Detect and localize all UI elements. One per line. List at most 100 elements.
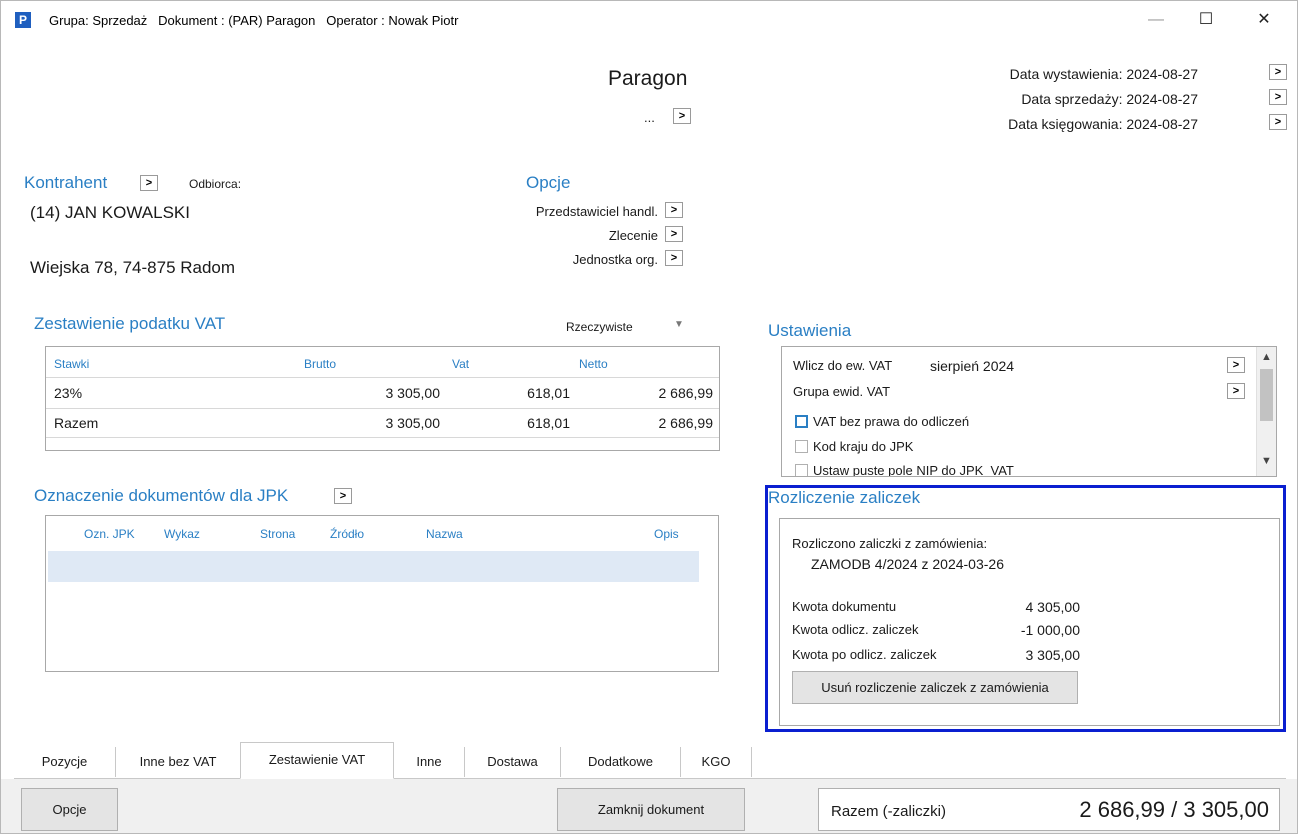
advance-deduction-label: Kwota odlicz. zaliczek: [792, 622, 919, 637]
close-document-button[interactable]: Zamknij dokument: [557, 788, 745, 831]
vat-register-label: Wlicz do ew. VAT: [793, 358, 893, 373]
order-label: Zlecenie: [608, 228, 658, 243]
vat-mode-select[interactable]: Rzeczywiste: [566, 320, 633, 334]
issue-date-arrow-button[interactable]: >: [1269, 64, 1287, 80]
jpk-col-side[interactable]: Strona: [260, 527, 295, 541]
jpk-country-code-checkbox[interactable]: [795, 440, 808, 453]
vat-col-rate[interactable]: Stawki: [54, 357, 89, 371]
tab-other[interactable]: Inne: [394, 747, 465, 777]
vat-row-rate: 23%: [54, 385, 83, 401]
sale-date[interactable]: Data sprzedaży: 2024-08-27: [938, 91, 1198, 107]
contractor-address: Wiejska 78, 74-875 Radom: [30, 258, 236, 277]
after-deduction-label: Kwota po odlicz. zaliczek: [792, 647, 937, 662]
scroll-up-icon[interactable]: ▲: [1257, 351, 1276, 363]
total-label: Razem (-zaliczki): [831, 803, 947, 820]
advances-settled-label: Rozliczono zaliczki z zamówienia:: [792, 536, 988, 551]
advances-title: Rozliczenie zaliczek: [768, 488, 921, 507]
vat-total-rate: Razem: [54, 415, 99, 431]
sale-date-value: 2024-08-27: [1126, 91, 1198, 107]
vat-table: Stawki Brutto Vat Netto 23% 3 305,00 618…: [45, 346, 720, 451]
sale-date-arrow-button[interactable]: >: [1269, 89, 1287, 105]
jpk-col-name[interactable]: Nazwa: [426, 527, 463, 541]
vat-register-arrow-button[interactable]: >: [1227, 357, 1245, 373]
document-number-arrow-button[interactable]: >: [673, 108, 691, 124]
maximize-button[interactable]: ☐: [1183, 7, 1229, 33]
tab-kgo[interactable]: KGO: [681, 747, 752, 777]
vat-total-vat: 618,01: [527, 415, 570, 431]
vat-row-gross: 3 305,00: [385, 385, 441, 401]
vat-group-label: Grupa ewid. VAT: [793, 384, 891, 399]
window-title: Grupa: Sprzedaż Dokument : (PAR) Paragon…: [49, 13, 459, 28]
vat-summary-title: Zestawienie podatku VAT: [34, 314, 226, 333]
document-type-title: Paragon: [608, 67, 688, 90]
doc-amount-label: Kwota dokumentu: [792, 599, 897, 614]
scroll-down-icon[interactable]: ▼: [1257, 455, 1276, 467]
sales-rep-arrow-button[interactable]: >: [665, 202, 683, 218]
org-unit-label: Jednostka org.: [572, 252, 658, 267]
vat-bottom-divider: [46, 437, 719, 438]
remove-advance-settlement-button[interactable]: Usuń rozliczenie zaliczek z zamówienia: [792, 671, 1078, 704]
advances-order-ref: ZAMODB 4/2024 z 2024-03-26: [811, 556, 1004, 572]
posting-date[interactable]: Data księgowania: 2024-08-27: [938, 116, 1198, 132]
vat-col-net[interactable]: Netto: [579, 357, 608, 371]
after-deduction-value: 3 305,00: [1025, 647, 1081, 663]
total-box: Razem (-zaliczki) 2 686,99 / 3 305,00: [818, 788, 1280, 831]
close-button[interactable]: ✕: [1241, 7, 1287, 33]
issue-date-value: 2024-08-27: [1126, 66, 1198, 82]
vat-row-net: 2 686,99: [658, 385, 714, 401]
vat-no-deduction-checkbox[interactable]: [795, 415, 808, 428]
contractor-arrow-button[interactable]: >: [140, 175, 158, 191]
posting-date-label: Data księgowania:: [1008, 116, 1123, 132]
tab-non-vat[interactable]: Inne bez VAT: [116, 747, 241, 777]
vat-register-value: sierpień 2024: [930, 358, 1015, 374]
chevron-down-icon[interactable]: ▼: [674, 319, 684, 330]
jpk-table: Ozn. JPK Wykaz Strona Źródło Nazwa Opis: [45, 515, 719, 672]
options-title: Opcje: [526, 173, 571, 192]
contractor-name: (14) JAN KOWALSKI: [30, 203, 190, 222]
options-button[interactable]: Opcje: [21, 788, 118, 831]
posting-date-arrow-button[interactable]: >: [1269, 114, 1287, 130]
tab-positions[interactable]: Pozycje: [14, 747, 116, 777]
vat-total-gross: 3 305,00: [385, 415, 441, 431]
issue-date-label: Data wystawienia:: [1009, 66, 1123, 82]
settings-scrollbar[interactable]: ▲ ▼: [1256, 347, 1276, 476]
table-row[interactable]: Razem 3 305,00 618,01 2 686,99: [46, 409, 719, 439]
vat-col-vat[interactable]: Vat: [452, 357, 469, 371]
vat-col-gross[interactable]: Brutto: [304, 357, 336, 371]
empty-nip-label: Ustaw puste pole NIP do JPK_VAT: [813, 463, 1014, 477]
jpk-col-list[interactable]: Wykaz: [164, 527, 200, 541]
document-number: ...: [644, 110, 655, 125]
app-icon: P: [15, 12, 31, 28]
minimize-button[interactable]: —: [1133, 7, 1179, 33]
settings-panel: Wlicz do ew. VAT sierpień 2024 > Grupa e…: [781, 346, 1277, 477]
recipient-label: Odbiorca:: [189, 177, 242, 191]
tab-additional[interactable]: Dodatkowe: [561, 747, 681, 777]
scrollbar-thumb[interactable]: [1260, 369, 1273, 421]
tab-delivery[interactable]: Dostawa: [465, 747, 561, 777]
advance-deduction-value: -1 000,00: [1020, 622, 1080, 638]
doc-amount-value: 4 305,00: [1025, 599, 1081, 615]
sales-rep-label: Przedstawiciel handl.: [535, 204, 658, 219]
jpk-col-source[interactable]: Źródło: [330, 527, 364, 541]
jpk-country-code-label: Kod kraju do JPK: [813, 439, 914, 454]
jpk-selected-row[interactable]: [48, 551, 699, 582]
issue-date[interactable]: Data wystawienia: 2024-08-27: [938, 66, 1198, 82]
posting-date-value: 2024-08-27: [1126, 116, 1198, 132]
sale-date-label: Data sprzedaży:: [1021, 91, 1123, 107]
advances-panel: Rozliczono zaliczki z zamówienia: ZAMODB…: [779, 518, 1280, 726]
vat-row-vat: 618,01: [527, 385, 570, 401]
vat-total-net: 2 686,99: [658, 415, 714, 431]
settings-title: Ustawienia: [768, 321, 852, 340]
jpk-col-code[interactable]: Ozn. JPK: [84, 527, 135, 541]
contractor-title: Kontrahent: [24, 173, 108, 192]
jpk-arrow-button[interactable]: >: [334, 488, 352, 504]
tab-vat-summary[interactable]: Zestawienie VAT: [240, 742, 394, 779]
jpk-col-desc[interactable]: Opis: [654, 527, 679, 541]
total-value: 2 686,99 / 3 305,00: [1079, 797, 1269, 822]
vat-group-arrow-button[interactable]: >: [1227, 383, 1245, 399]
table-row[interactable]: 23% 3 305,00 618,01 2 686,99: [46, 378, 719, 408]
title-bar: P Grupa: Sprzedaż Dokument : (PAR) Parag…: [1, 1, 1297, 35]
empty-nip-checkbox[interactable]: [795, 464, 808, 476]
order-arrow-button[interactable]: >: [665, 226, 683, 242]
org-unit-arrow-button[interactable]: >: [665, 250, 683, 266]
